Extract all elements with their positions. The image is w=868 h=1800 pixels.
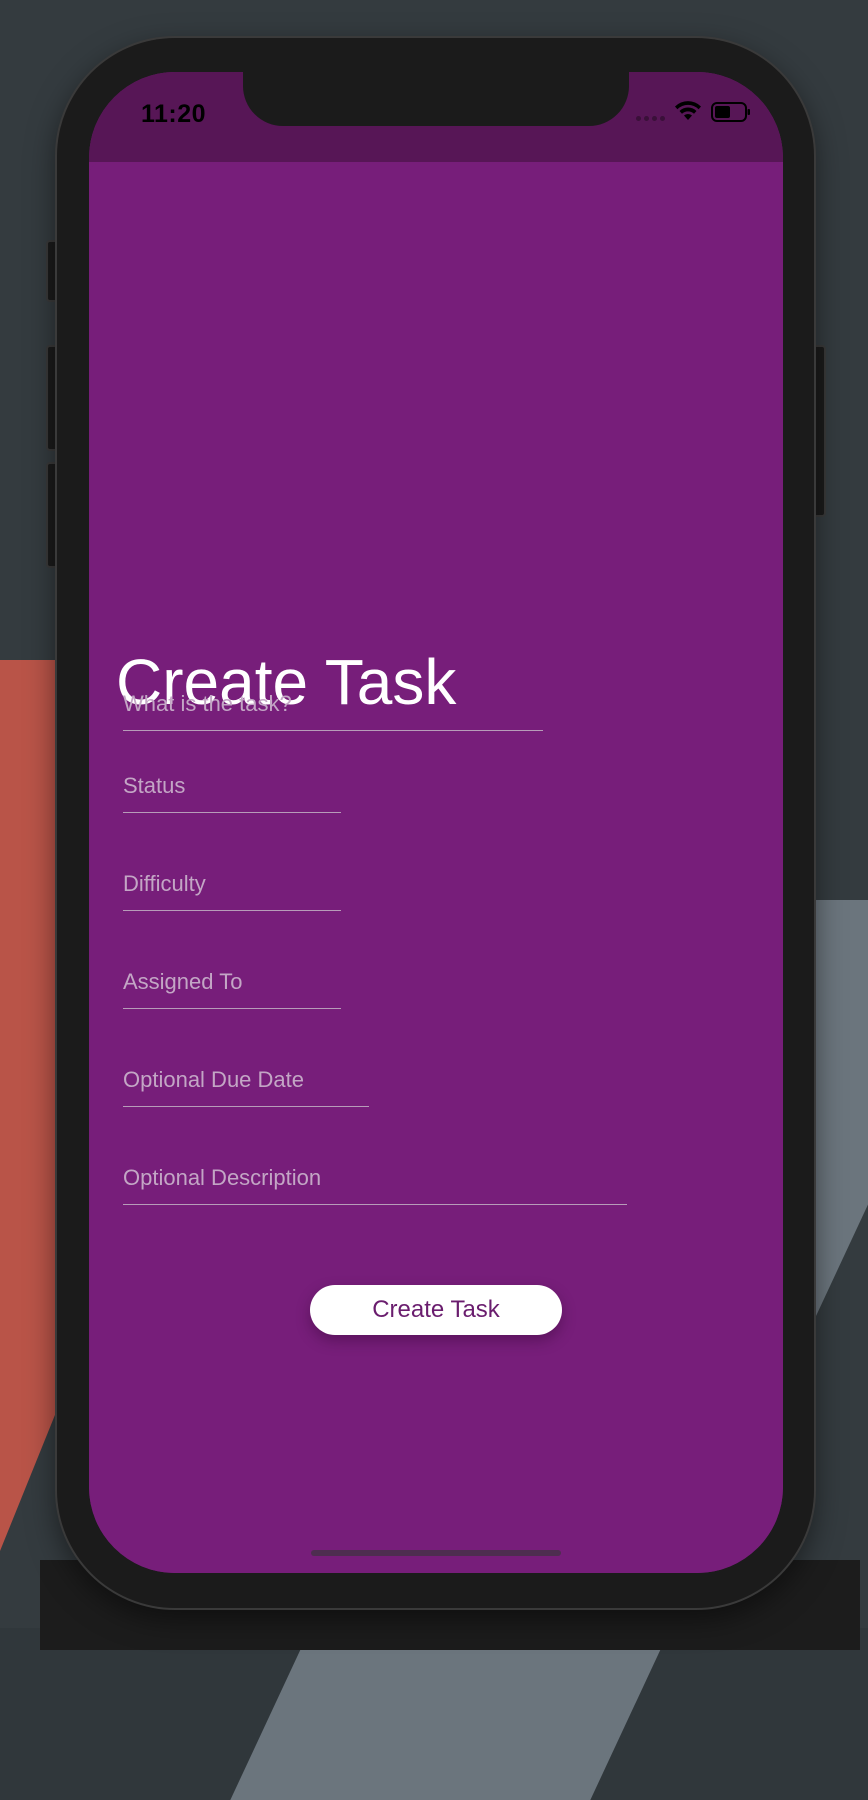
power-button — [812, 345, 826, 517]
battery-icon — [711, 102, 750, 122]
status-input[interactable] — [123, 766, 341, 806]
phone-screen: 11:20 Create Task Create Task — [89, 72, 783, 1573]
due-date-input[interactable] — [123, 1060, 369, 1100]
difficulty-field[interactable] — [123, 864, 341, 911]
description-field[interactable] — [123, 1158, 627, 1205]
assigned-to-input[interactable] — [123, 962, 341, 1002]
status-time: 11:20 — [141, 100, 207, 128]
task-input[interactable] — [123, 684, 543, 724]
cellular-signal-icon — [636, 116, 665, 121]
task-field[interactable] — [123, 684, 543, 731]
wifi-icon — [675, 101, 701, 120]
status-field[interactable] — [123, 766, 341, 813]
notch — [243, 72, 629, 126]
due-date-field[interactable] — [123, 1060, 369, 1107]
status-bar: 11:20 — [89, 72, 783, 162]
description-input[interactable] — [123, 1158, 627, 1198]
difficulty-input[interactable] — [123, 864, 341, 904]
assigned-to-field[interactable] — [123, 962, 341, 1009]
home-indicator[interactable] — [311, 1550, 561, 1556]
create-task-button[interactable]: Create Task — [310, 1285, 562, 1335]
